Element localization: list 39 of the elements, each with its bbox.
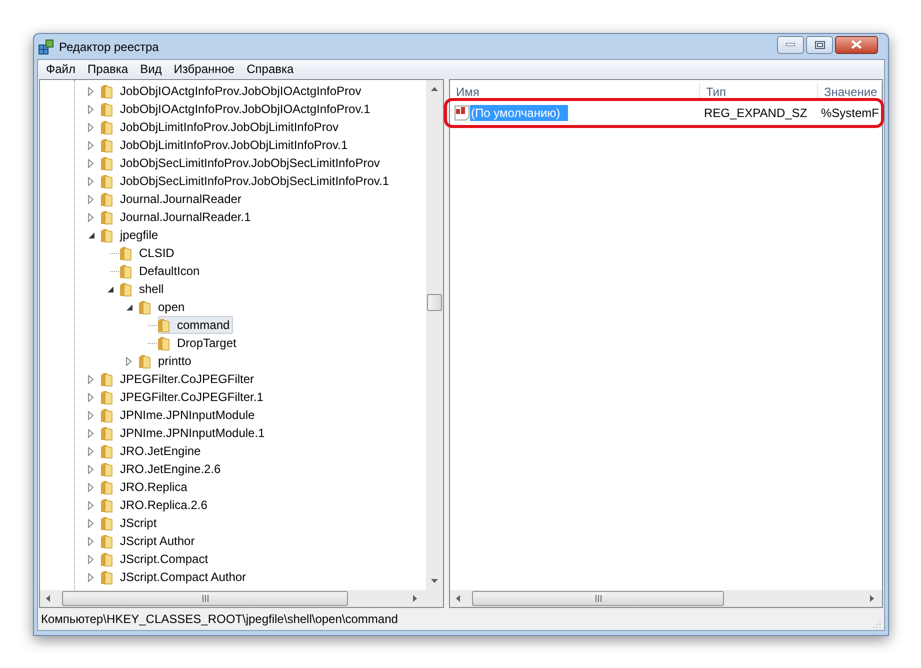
tree-item[interactable]: jpegfile xyxy=(117,226,162,244)
tree-item[interactable]: JobObjLimitInfoProv.JobObjLimitInfoProv xyxy=(117,118,342,136)
menu-item[interactable]: Файл xyxy=(40,60,82,78)
tree-item[interactable]: Journal.JournalReader xyxy=(117,190,244,208)
tree-item[interactable]: JPEGFilter.CoJPEGFilter xyxy=(117,370,258,388)
tree-item[interactable]: JPEGFilter.CoJPEGFilter.1 xyxy=(117,388,266,406)
column-header[interactable]: Значение xyxy=(818,83,882,100)
column-header[interactable]: Имя xyxy=(450,83,700,100)
tree-item[interactable]: open xyxy=(155,298,188,316)
column-header[interactable]: Тип xyxy=(700,83,818,100)
tree-item[interactable]: DefaultIcon xyxy=(136,262,203,280)
tree-item[interactable]: DropTarget xyxy=(174,334,240,352)
menu-item[interactable]: Избранное xyxy=(168,60,241,78)
tree-item[interactable]: JRO.Replica.2.6 xyxy=(117,496,210,514)
tree-item[interactable]: printto xyxy=(155,352,194,370)
tree-item[interactable]: JobObjIOActgInfoProv.JobObjIOActgInfoProv xyxy=(117,82,364,100)
window-title: Редактор реестра xyxy=(59,38,159,56)
tree-item[interactable]: JobObjLimitInfoProv.JobObjLimitInfoProv.1 xyxy=(117,136,351,154)
tree-item[interactable]: JobObjSecLimitInfoProv.JobObjSecLimitInfoProv.1 xyxy=(117,172,392,190)
tree-item[interactable]: JScript Author xyxy=(117,532,198,550)
tree-item[interactable]: JRO.JetEngine xyxy=(117,442,204,460)
menu-item[interactable]: Правка xyxy=(82,60,134,78)
value-type: REG_EXPAND_SZ xyxy=(703,105,808,122)
value-data: %SystemF xyxy=(820,105,880,122)
tree-item[interactable]: JScript.Compact Author xyxy=(117,568,250,586)
tree-item[interactable]: JRO.JetEngine.2.6 xyxy=(117,460,224,478)
tree-item[interactable]: JRO.Replica xyxy=(117,478,190,496)
menu-item[interactable]: Вид xyxy=(134,60,168,78)
tree-item[interactable]: JScript xyxy=(117,514,160,532)
tree-item[interactable]: JPNIme.JPNInputModule xyxy=(117,406,258,424)
tree-item[interactable]: CLSID xyxy=(136,244,178,262)
tree-item[interactable]: JScript.Compact xyxy=(117,550,212,568)
menu-item[interactable]: Справка xyxy=(240,60,300,78)
tree-item[interactable]: JobObjSecLimitInfoProv.JobObjSecLimitInfoProv xyxy=(117,154,383,172)
tree-item[interactable]: shell xyxy=(136,280,167,298)
status-bar-path: Компьютер\HKEY_CLASSES_ROOT\jpegfile\shell\open\command xyxy=(41,611,398,628)
tree-item[interactable]: JobObjIOActgInfoProv.JobObjIOActgInfoProv.1 xyxy=(117,100,374,118)
tree-item[interactable]: Journal.JournalReader.1 xyxy=(117,208,254,226)
tree-item[interactable]: JPNIme.JPNInputModule.1 xyxy=(117,424,268,442)
